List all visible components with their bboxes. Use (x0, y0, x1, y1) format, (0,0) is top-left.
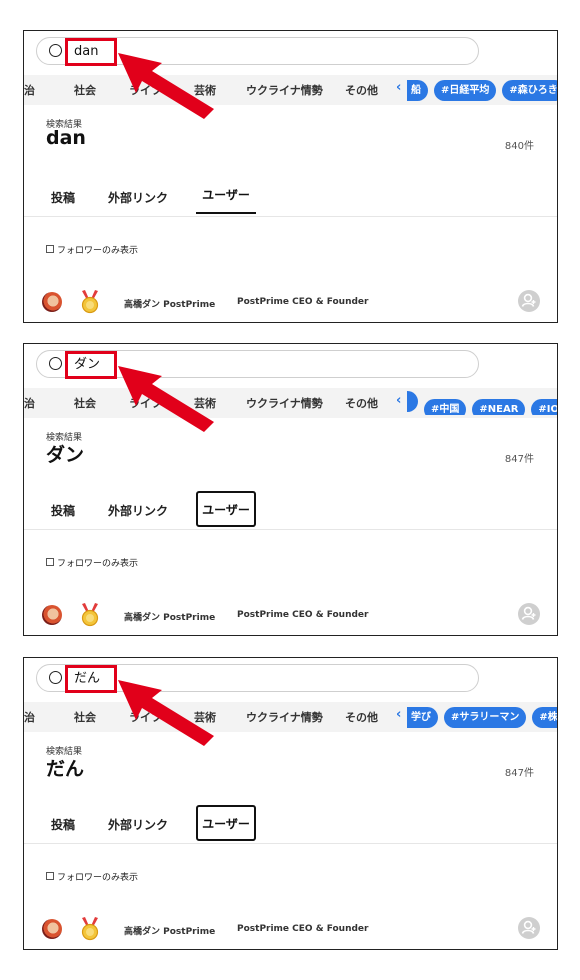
follow-user-icon[interactable] (518, 290, 540, 312)
medal-icon (81, 917, 99, 941)
follow-user-icon[interactable] (518, 603, 540, 625)
search-bar[interactable]: dan (36, 37, 479, 66)
search-query-highlight[interactable]: dan (65, 38, 117, 66)
hashtag-strip: 船 #日経平均 #森ひろき (407, 78, 557, 102)
hashtag-pill[interactable]: 学び (407, 707, 438, 728)
followers-only-label: フォロワーのみ表示 (57, 559, 139, 569)
results-count: 840件 (504, 141, 534, 152)
hashtag-pill[interactable]: #中国 (424, 399, 467, 415)
medal-icon (81, 290, 99, 314)
results-query: だん (46, 758, 85, 780)
tab-users[interactable]: ユーザー (196, 491, 256, 527)
search-bar[interactable]: だん (36, 664, 479, 693)
chevron-left-icon[interactable]: ‹ (396, 393, 401, 408)
search-icon (49, 44, 62, 57)
search-bar[interactable]: ダン (36, 350, 479, 379)
hashtag-pill[interactable]: 船 (407, 80, 428, 101)
red-arrow-icon (118, 53, 214, 119)
search-icon (49, 357, 62, 370)
category-nav: 治 社会 ライフ 芸術 ウクライナ情勢 その他 ‹ #中国#NEAR#IOST (24, 388, 557, 418)
category-nav: 治 社会 ライフ 芸術 ウクライナ情勢 その他 ‹ 学び#サラリーマン#株価予 (24, 702, 557, 732)
chevron-left-icon[interactable]: ‹ (396, 707, 401, 722)
category-item[interactable]: ウクライナ情勢 (246, 709, 323, 725)
followers-only-checkbox[interactable] (46, 872, 54, 880)
red-arrow-icon (118, 366, 214, 432)
search-screen-panel: ダン 治 社会 ライフ 芸術 ウクライナ情勢 その他 ‹ #中国#NEAR#IO… (23, 343, 558, 636)
hashtag-pill[interactable]: #日経平均 (434, 80, 497, 101)
hashtag-row: 船 #日経平均 #森ひろき (407, 78, 557, 101)
results-query: ダン (46, 444, 85, 466)
tab-divider (24, 216, 557, 217)
hashtag-pill[interactable] (407, 391, 418, 412)
category-item[interactable]: ウクライナ情勢 (246, 395, 323, 411)
followers-only-checkbox[interactable] (46, 245, 54, 253)
hashtag-pill[interactable]: #サラリーマン (444, 707, 527, 728)
medal-icon (81, 603, 99, 627)
hashtag-pill[interactable]: #森ひろき (502, 80, 557, 101)
avatar[interactable] (42, 919, 62, 939)
hashtag-row: #中国 #NEAR #IOST (407, 391, 557, 415)
category-nav: 治 社会 ライフ 芸術 ウクライナ情勢 その他 ‹ 船 #日経平均 #森ひろき (24, 75, 557, 105)
tab-posts[interactable]: 投稿 (51, 816, 75, 833)
search-icon (49, 671, 62, 684)
hashtag-strip: 学び #サラリーマン#株価予 (407, 705, 557, 729)
follow-user-icon[interactable] (518, 917, 540, 939)
category-item[interactable]: 社会 (74, 709, 96, 725)
tab-external-links[interactable]: 外部リンク (108, 189, 168, 206)
category-item[interactable]: 社会 (74, 82, 96, 98)
tab-external-links[interactable]: 外部リンク (108, 502, 168, 519)
user-name[interactable]: 高橋ダン PostPrime (124, 924, 215, 937)
user-bio: PostPrime CEO & Founder (237, 610, 369, 620)
tab-divider (24, 843, 557, 844)
hashtag-pill[interactable]: #株価予 (532, 707, 557, 728)
followers-only-checkbox[interactable] (46, 558, 54, 566)
user-name[interactable]: 高橋ダン PostPrime (124, 297, 215, 310)
results-query: dan (46, 127, 86, 149)
search-screen-panel: dan 治 社会 ライフ 芸術 ウクライナ情勢 その他 ‹ 船 #日経平均 #森ひろ… (23, 30, 558, 323)
results-count: 847件 (504, 454, 534, 465)
category-item[interactable]: 治 (24, 709, 35, 725)
hashtag-row: 学び #サラリーマン#株価予 (407, 705, 557, 728)
search-query-highlight[interactable]: だん (65, 665, 117, 693)
hashtag-strip: #中国 #NEAR #IOST (407, 391, 557, 415)
followers-only-label: フォロワーのみ表示 (57, 873, 139, 883)
avatar[interactable] (42, 605, 62, 625)
category-item[interactable]: 治 (24, 395, 35, 411)
tab-users[interactable]: ユーザー (196, 178, 256, 214)
user-bio: PostPrime CEO & Founder (237, 924, 369, 934)
avatar[interactable] (42, 292, 62, 312)
search-query-highlight[interactable]: ダン (65, 351, 117, 379)
chevron-left-icon[interactable]: ‹ (396, 80, 401, 95)
followers-only-label: フォロワーのみ表示 (57, 246, 139, 256)
tab-posts[interactable]: 投稿 (51, 502, 75, 519)
category-item[interactable]: 治 (24, 82, 35, 98)
category-item[interactable]: ウクライナ情勢 (246, 82, 323, 98)
category-item[interactable]: その他 (345, 709, 378, 725)
category-item[interactable]: その他 (345, 82, 378, 98)
search-screen-panel: だん 治 社会 ライフ 芸術 ウクライナ情勢 その他 ‹ 学び #サラリーマン #株… (23, 657, 558, 950)
category-item[interactable]: その他 (345, 395, 378, 411)
category-item[interactable]: 社会 (74, 395, 96, 411)
hashtag-pill[interactable]: #NEAR (472, 399, 526, 415)
results-count: 847件 (504, 768, 534, 779)
tab-users[interactable]: ユーザー (196, 805, 256, 841)
tab-external-links[interactable]: 外部リンク (108, 816, 168, 833)
user-bio: PostPrime CEO & Founder (237, 297, 369, 307)
red-arrow-icon (118, 680, 214, 746)
user-name[interactable]: 高橋ダン PostPrime (124, 610, 215, 623)
tab-posts[interactable]: 投稿 (51, 189, 75, 206)
hashtag-pill[interactable]: #IOST (531, 399, 557, 415)
tab-divider (24, 529, 557, 530)
